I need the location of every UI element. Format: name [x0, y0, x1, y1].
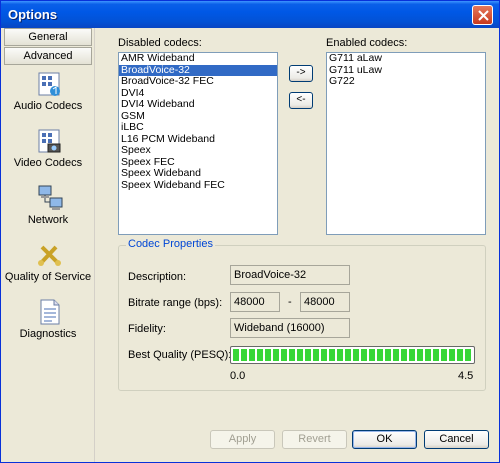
list-item[interactable]: G711 aLaw — [327, 53, 485, 65]
list-item[interactable]: BroadVoice-32 FEC — [119, 75, 277, 88]
sidebar-header-general[interactable]: General — [4, 28, 92, 46]
bitrate-label: Bitrate range (bps): — [128, 297, 223, 309]
enable-codec-button[interactable]: -> — [289, 65, 313, 82]
quality-scale-max: 4.5 — [458, 370, 474, 382]
apply-button[interactable]: Apply — [210, 430, 275, 449]
video-codecs-icon — [38, 129, 61, 153]
description-field: BroadVoice-32 — [230, 265, 350, 285]
disable-codec-button[interactable]: <- — [289, 92, 313, 109]
window-title: Options — [8, 7, 58, 22]
quality-progress-fill — [233, 349, 472, 361]
audio-codecs-icon — [38, 72, 60, 96]
disabled-codecs-list[interactable]: AMR Wideband BroadVoice-32 BroadVoice-32 F… — [118, 52, 278, 235]
revert-button[interactable]: Revert — [282, 430, 347, 449]
bitrate-min-field: 48000 — [230, 292, 280, 312]
list-item[interactable]: Speex Wideband — [119, 167, 277, 180]
list-item[interactable]: iLBC — [119, 121, 277, 134]
fidelity-label: Fidelity: — [128, 323, 166, 335]
sidebar-item-label: Audio Codecs — [13, 100, 83, 112]
codec-properties-group: Codec Properties Description: BroadVoice… — [118, 238, 486, 391]
network-icon — [38, 185, 63, 210]
sidebar-item-diagnostics[interactable]: Diagnostics — [4, 298, 92, 355]
title-bar[interactable]: Options — [1, 1, 499, 28]
quality-scale-min: 0.0 — [230, 370, 246, 382]
sidebar: General Advanced Audio Codecs Video Code… — [2, 28, 94, 462]
enabled-codecs-list[interactable]: G711 aLaw G711 uLaw G722 — [326, 52, 486, 235]
quality-progress-bar — [230, 346, 475, 364]
cancel-button[interactable]: Cancel — [424, 430, 489, 449]
sidebar-item-label: Diagnostics — [19, 328, 77, 340]
sidebar-item-quality-of-service[interactable]: Quality of Service — [4, 241, 92, 298]
fidelity-field: Wideband (16000) — [230, 318, 350, 338]
list-item[interactable]: Speex Wideband FEC — [119, 179, 277, 192]
codec-properties-title: Codec Properties — [126, 238, 215, 250]
list-item[interactable]: AMR Wideband — [119, 53, 277, 65]
close-icon — [478, 10, 489, 21]
close-button[interactable] — [472, 5, 493, 25]
sidebar-item-label: Network — [27, 214, 69, 226]
description-label: Description: — [128, 271, 187, 283]
bitrate-separator: - — [288, 296, 292, 308]
list-item[interactable]: G722 — [327, 75, 485, 88]
bitrate-max-field: 48000 — [300, 292, 350, 312]
sidebar-header-advanced[interactable]: Advanced — [4, 47, 92, 65]
list-item[interactable]: DVI4 Wideband — [119, 98, 277, 111]
sidebar-panel: Audio Codecs Video Codecs Network Qualit… — [4, 66, 92, 460]
sidebar-item-network[interactable]: Network — [4, 184, 92, 241]
options-window: Options General Advanced Audio Codecs Vi… — [0, 0, 500, 463]
sidebar-item-audio-codecs[interactable]: Audio Codecs — [4, 70, 92, 127]
sidebar-item-label: Video Codecs — [13, 157, 83, 169]
ok-button[interactable]: OK — [352, 430, 417, 449]
sidebar-item-label: Quality of Service — [4, 271, 92, 283]
quality-of-service-icon — [38, 245, 61, 266]
sidebar-item-video-codecs[interactable]: Video Codecs — [4, 127, 92, 184]
diagnostics-icon — [40, 299, 60, 325]
client-area: General Advanced Audio Codecs Video Code… — [2, 28, 498, 462]
disabled-codecs-label: Disabled codecs: — [118, 37, 202, 49]
main-panel: Disabled codecs: AMR Wideband BroadVoice-… — [94, 28, 498, 462]
quality-label: Best Quality (PESQ): — [128, 349, 232, 361]
list-item[interactable]: Speex — [119, 144, 277, 157]
enabled-codecs-label: Enabled codecs: — [326, 37, 408, 49]
